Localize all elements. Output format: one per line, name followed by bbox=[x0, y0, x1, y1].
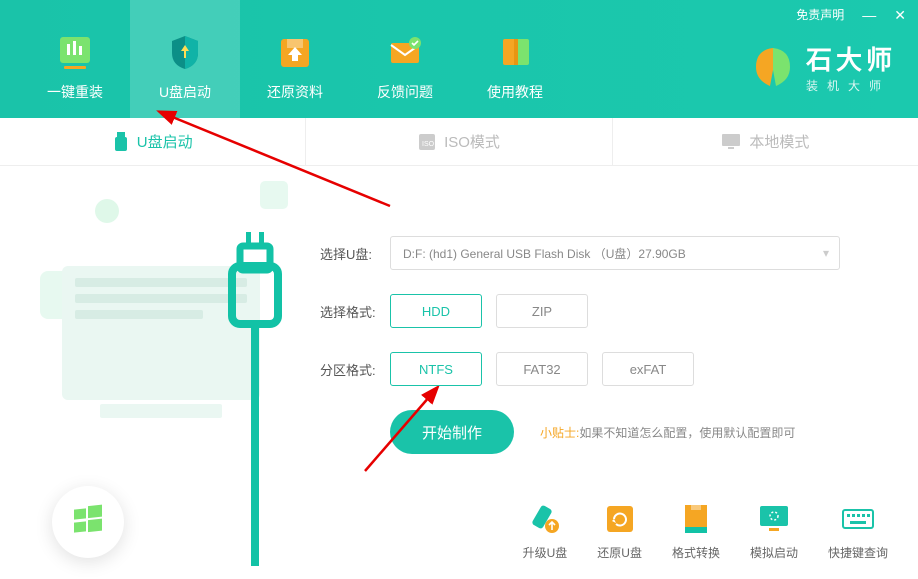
nav-label: 反馈问题 bbox=[377, 82, 433, 102]
close-button[interactable]: ✕ bbox=[894, 8, 906, 22]
brand-title: 石大师 bbox=[806, 40, 896, 77]
tip: 小贴士:如果不知道怎么配置，使用默认配置即可 bbox=[540, 424, 795, 441]
sub-tab-label: U盘启动 bbox=[137, 131, 193, 152]
usb-shield-icon bbox=[163, 32, 207, 72]
brand-logo-icon bbox=[750, 44, 796, 90]
action-row: 开始制作 小贴士:如果不知道怎么配置，使用默认配置即可 bbox=[390, 410, 878, 454]
format-option-hdd[interactable]: HDD bbox=[390, 294, 482, 328]
tool-label: 快捷键查询 bbox=[828, 544, 888, 561]
keyboard-icon bbox=[841, 502, 875, 536]
nav-label: 使用教程 bbox=[487, 82, 543, 102]
partition-options: NTFS FAT32 exFAT bbox=[390, 352, 694, 386]
reinstall-icon bbox=[53, 32, 97, 72]
iso-icon: ISO bbox=[418, 133, 436, 151]
format-option-zip[interactable]: ZIP bbox=[496, 294, 588, 328]
tool-restore-usb[interactable]: 还原U盘 bbox=[597, 502, 642, 561]
nav-tab-reinstall[interactable]: 一键重装 bbox=[20, 0, 130, 118]
tip-text: 如果不知道怎么配置，使用默认配置即可 bbox=[579, 426, 795, 440]
title-bar: 免责声明 — ✕ bbox=[796, 6, 906, 23]
sub-tab-label: ISO模式 bbox=[444, 131, 500, 152]
nav-tab-tutorial[interactable]: 使用教程 bbox=[460, 0, 570, 118]
tool-label: 模拟启动 bbox=[750, 544, 798, 561]
tool-label: 还原U盘 bbox=[597, 544, 642, 561]
partition-option-exfat[interactable]: exFAT bbox=[602, 352, 694, 386]
usb-select-value: D:F: (hd1) General USB Flash Disk （U盘）27… bbox=[403, 245, 686, 262]
tool-upgrade-usb[interactable]: 升级U盘 bbox=[523, 502, 568, 561]
row-usb-select: 选择U盘: D:F: (hd1) General USB Flash Disk … bbox=[320, 236, 878, 270]
header: 免责声明 — ✕ 一键重装 U盘启动 还原资料 反馈问题 bbox=[0, 0, 918, 118]
upgrade-usb-icon bbox=[528, 502, 562, 536]
format-convert-icon bbox=[679, 502, 713, 536]
start-button[interactable]: 开始制作 bbox=[390, 410, 514, 454]
brand: 石大师 装机大师 bbox=[750, 40, 896, 94]
monitor-icon bbox=[721, 133, 741, 151]
chevron-down-icon: ▾ bbox=[823, 246, 829, 260]
nav-tabs: 一键重装 U盘启动 还原资料 反馈问题 使用教程 bbox=[0, 0, 570, 118]
sub-tab-local[interactable]: 本地模式 bbox=[613, 118, 918, 165]
format-options: HDD ZIP bbox=[390, 294, 588, 328]
sub-tab-label: 本地模式 bbox=[749, 131, 809, 152]
format-label: 选择格式: bbox=[320, 302, 390, 321]
row-format: 选择格式: HDD ZIP bbox=[320, 294, 878, 328]
usb-icon bbox=[113, 132, 129, 152]
tool-format-convert[interactable]: 格式转换 bbox=[672, 502, 720, 561]
tool-shortcut-lookup[interactable]: 快捷键查询 bbox=[828, 502, 888, 561]
restore-icon bbox=[273, 32, 317, 72]
illustration-panel bbox=[0, 166, 310, 579]
tutorial-icon bbox=[493, 32, 537, 72]
partition-label: 分区格式: bbox=[320, 360, 390, 379]
row-partition: 分区格式: NTFS FAT32 exFAT bbox=[320, 352, 878, 386]
sub-tab-usb[interactable]: U盘启动 bbox=[0, 118, 306, 165]
content: 选择U盘: D:F: (hd1) General USB Flash Disk … bbox=[0, 166, 918, 579]
brand-subtitle: 装机大师 bbox=[806, 77, 896, 94]
partition-option-fat32[interactable]: FAT32 bbox=[496, 352, 588, 386]
nav-label: 一键重装 bbox=[47, 82, 103, 102]
nav-tab-restore[interactable]: 还原资料 bbox=[240, 0, 350, 118]
nav-tab-usb-boot[interactable]: U盘启动 bbox=[130, 0, 240, 118]
minimize-button[interactable]: — bbox=[862, 8, 876, 22]
sub-tabs: U盘启动 ISO ISO模式 本地模式 bbox=[0, 118, 918, 166]
nav-label: 还原资料 bbox=[267, 82, 323, 102]
usb-select-label: 选择U盘: bbox=[320, 244, 390, 263]
nav-label: U盘启动 bbox=[159, 82, 211, 102]
sub-tab-iso[interactable]: ISO ISO模式 bbox=[306, 118, 612, 165]
usb-select[interactable]: D:F: (hd1) General USB Flash Disk （U盘）27… bbox=[390, 236, 840, 270]
disclaimer-link[interactable]: 免责声明 bbox=[796, 6, 844, 23]
tool-simulate-boot[interactable]: 模拟启动 bbox=[750, 502, 798, 561]
windows-badge-icon bbox=[52, 486, 124, 558]
tool-label: 格式转换 bbox=[672, 544, 720, 561]
footer-tools: 升级U盘 还原U盘 格式转换 模拟启动 快捷键查询 bbox=[523, 502, 888, 561]
nav-tab-feedback[interactable]: 反馈问题 bbox=[350, 0, 460, 118]
svg-text:ISO: ISO bbox=[422, 141, 435, 148]
tool-label: 升级U盘 bbox=[523, 544, 568, 561]
restore-usb-icon bbox=[603, 502, 637, 536]
partition-option-ntfs[interactable]: NTFS bbox=[390, 352, 482, 386]
simulate-boot-icon bbox=[757, 502, 791, 536]
feedback-icon bbox=[383, 32, 427, 72]
tip-label: 小贴士: bbox=[540, 426, 579, 440]
